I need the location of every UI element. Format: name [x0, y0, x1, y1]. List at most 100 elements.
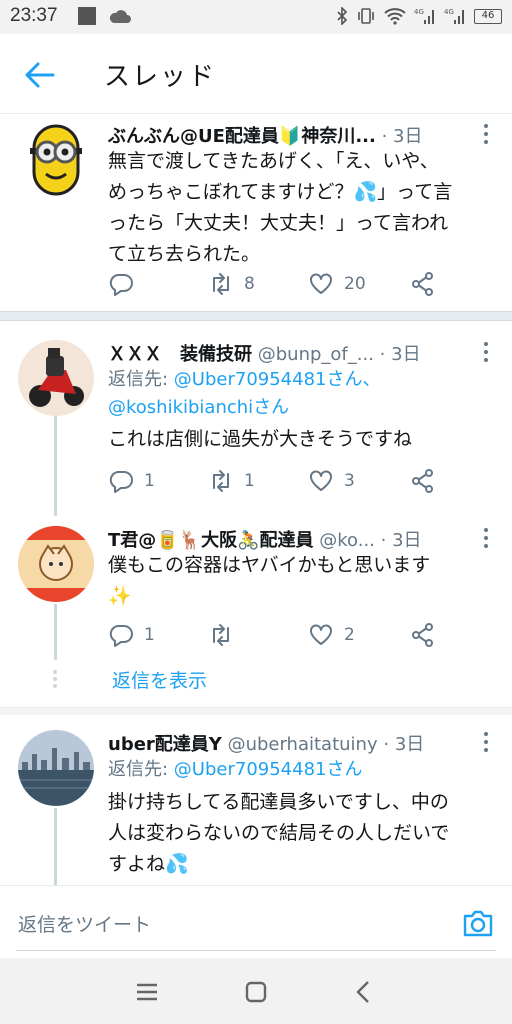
retweet-button[interactable]: 8: [208, 271, 255, 297]
reply-count: 1: [144, 625, 155, 645]
reply-to: 返信先: @Uber70954481さん: [108, 756, 363, 784]
retweet-button[interactable]: 1: [208, 468, 255, 494]
menu-icon[interactable]: [133, 978, 161, 1006]
tweet-time[interactable]: 3日: [391, 344, 420, 365]
share-icon: [412, 272, 433, 296]
tweet-text-line: 掛け持ちしてる配達員多いですし、中の: [108, 791, 449, 813]
retweet-icon: [213, 273, 229, 295]
user-handle[interactable]: @bunp_of_...: [258, 344, 374, 365]
motorcycle-avatar-image: [18, 340, 94, 416]
like-count: 2: [344, 625, 355, 645]
tweet-text-line: ったら「大丈夫！大丈夫！」って言われ: [108, 212, 449, 234]
reply-composer[interactable]: 返信をツイート: [0, 885, 512, 957]
reply-icon: [109, 625, 133, 647]
user-handle[interactable]: @ko...: [319, 530, 375, 551]
avatar[interactable]: [18, 340, 94, 416]
tweet-header: ＸＸＸ 装備技研 @bunp_of_... · 3日: [108, 340, 472, 366]
thread-continuation-dots: [52, 670, 58, 691]
status-icons: 4G 4G 46: [336, 7, 502, 25]
signal-icon-2: 4G: [444, 8, 464, 24]
reply-to-label: 返信先:: [108, 369, 174, 390]
separator-dot: ·: [381, 126, 388, 147]
reply-count: 1: [144, 471, 155, 491]
like-count: 3: [344, 471, 355, 491]
separator-dot: ·: [380, 530, 387, 551]
reply-icon: [109, 471, 133, 493]
display-name[interactable]: ＸＸＸ 装備技研: [108, 344, 252, 365]
like-button[interactable]: 2: [308, 622, 355, 648]
tweet-text: 掛け持ちしてる配達員多いですし、中の 人は変わらないので結局その人しだいで すよ…: [108, 787, 493, 880]
tweet-text-line: て立ち去られた。: [108, 243, 261, 265]
svg-text:4G: 4G: [414, 8, 424, 16]
like-button[interactable]: 3: [308, 468, 355, 494]
bluetooth-icon: [337, 7, 348, 25]
retweet-button[interactable]: [208, 622, 244, 648]
avatar[interactable]: [18, 730, 94, 806]
more-icon[interactable]: [478, 526, 494, 550]
more-icon[interactable]: [478, 340, 494, 364]
reply-to: 返信先: @Uber70954481さん、 @koshikibianchiさん: [108, 366, 381, 422]
display-name[interactable]: ぶんぶん@UE配達員🔰神奈川...: [108, 126, 376, 147]
retweet-count: 8: [244, 274, 255, 294]
reply-to-link[interactable]: @Uber70954481さん、: [174, 369, 381, 390]
tweet-time[interactable]: 3日: [395, 734, 424, 755]
reply-button[interactable]: 1: [108, 468, 155, 494]
more-icon[interactable]: [478, 122, 494, 146]
retweet-icon: [213, 624, 229, 646]
back-arrow-icon[interactable]: [22, 58, 56, 92]
tweet-time[interactable]: 3日: [392, 530, 421, 551]
display-name[interactable]: uber配達員Y: [108, 734, 222, 755]
separator-dot: ·: [379, 344, 386, 365]
cartoon-avatar-image: [18, 526, 94, 602]
status-bar: 23:37 4G 4G 46: [0, 0, 512, 34]
display-name[interactable]: T君@🥫🦌大阪🚴配達員: [108, 530, 314, 551]
home-icon[interactable]: [242, 978, 270, 1006]
like-icon: [310, 624, 332, 645]
show-replies-link[interactable]: 返信を表示: [112, 666, 207, 693]
tweet-main[interactable]: ぶんぶん@UE配達員🔰神奈川... · 3日 無言で渡してきたあげく、「え、いや…: [0, 114, 512, 310]
tweet-header: uber配達員Y @uberhaitatuiny · 3日: [108, 730, 472, 756]
tweet-reply[interactable]: uber配達員Y @uberhaitatuiny · 3日 返信先: @Uber…: [0, 716, 512, 886]
more-icon[interactable]: [478, 730, 494, 754]
share-button[interactable]: [410, 271, 436, 297]
reply-to-link[interactable]: @Uber70954481さん: [174, 759, 363, 780]
tweet-time[interactable]: 3日: [393, 126, 422, 147]
app-header: スレッド: [0, 34, 512, 114]
camera-icon[interactable]: [462, 908, 494, 938]
back-icon[interactable]: [350, 978, 378, 1006]
tweet-text-line: 無言で渡してきたあげく、「え、いや、: [108, 150, 439, 172]
like-button[interactable]: 20: [308, 271, 366, 297]
tweet-text-line: ✨: [108, 585, 132, 607]
retweet-icon: [213, 470, 229, 492]
battery-icon: 46: [474, 8, 502, 24]
reply-input-placeholder[interactable]: 返信をツイート: [18, 910, 151, 937]
signal-icon: 4G: [414, 8, 434, 24]
svg-text:4G: 4G: [444, 8, 454, 16]
share-button[interactable]: [410, 468, 436, 494]
tweet-text: これは店側に過失が大きそうですね: [108, 424, 493, 455]
share-icon: [412, 623, 433, 647]
tweet-actions: 8 20: [108, 271, 438, 299]
minion-avatar-image: [18, 122, 94, 198]
tweet-text-line: これは店側に過失が大きそうですね: [108, 428, 413, 450]
user-handle[interactable]: @uberhaitatuiny: [228, 734, 378, 755]
notification-square-icon: [78, 7, 96, 25]
reply-button[interactable]: [108, 271, 144, 297]
share-icon: [412, 469, 433, 493]
tweet-reply[interactable]: T君@🥫🦌大阪🚴配達員 @ko... · 3日 僕もこの容器はヤバイかもと思いま…: [0, 512, 512, 662]
section-divider: [0, 707, 512, 715]
wifi-icon: [384, 8, 406, 25]
avatar[interactable]: [18, 526, 94, 602]
reply-button[interactable]: 1: [108, 622, 155, 648]
tweet-header: T君@🥫🦌大阪🚴配達員 @ko... · 3日: [108, 526, 472, 552]
tweet-text-line: 人は変わらないので結局その人しだいで: [108, 822, 450, 844]
share-button[interactable]: [410, 622, 436, 648]
retweet-count: 1: [244, 471, 255, 491]
tweet-text-line: すよね💦: [108, 853, 189, 875]
reply-to-link[interactable]: @koshikibianchiさん: [108, 397, 289, 418]
avatar[interactable]: [18, 122, 94, 198]
tweet-actions: 1 1 3: [108, 468, 438, 496]
tweet-reply[interactable]: ＸＸＸ 装備技研 @bunp_of_... · 3日 返信先: @Uber709…: [0, 322, 512, 512]
cloud-icon: [109, 10, 131, 23]
like-icon: [310, 470, 332, 491]
